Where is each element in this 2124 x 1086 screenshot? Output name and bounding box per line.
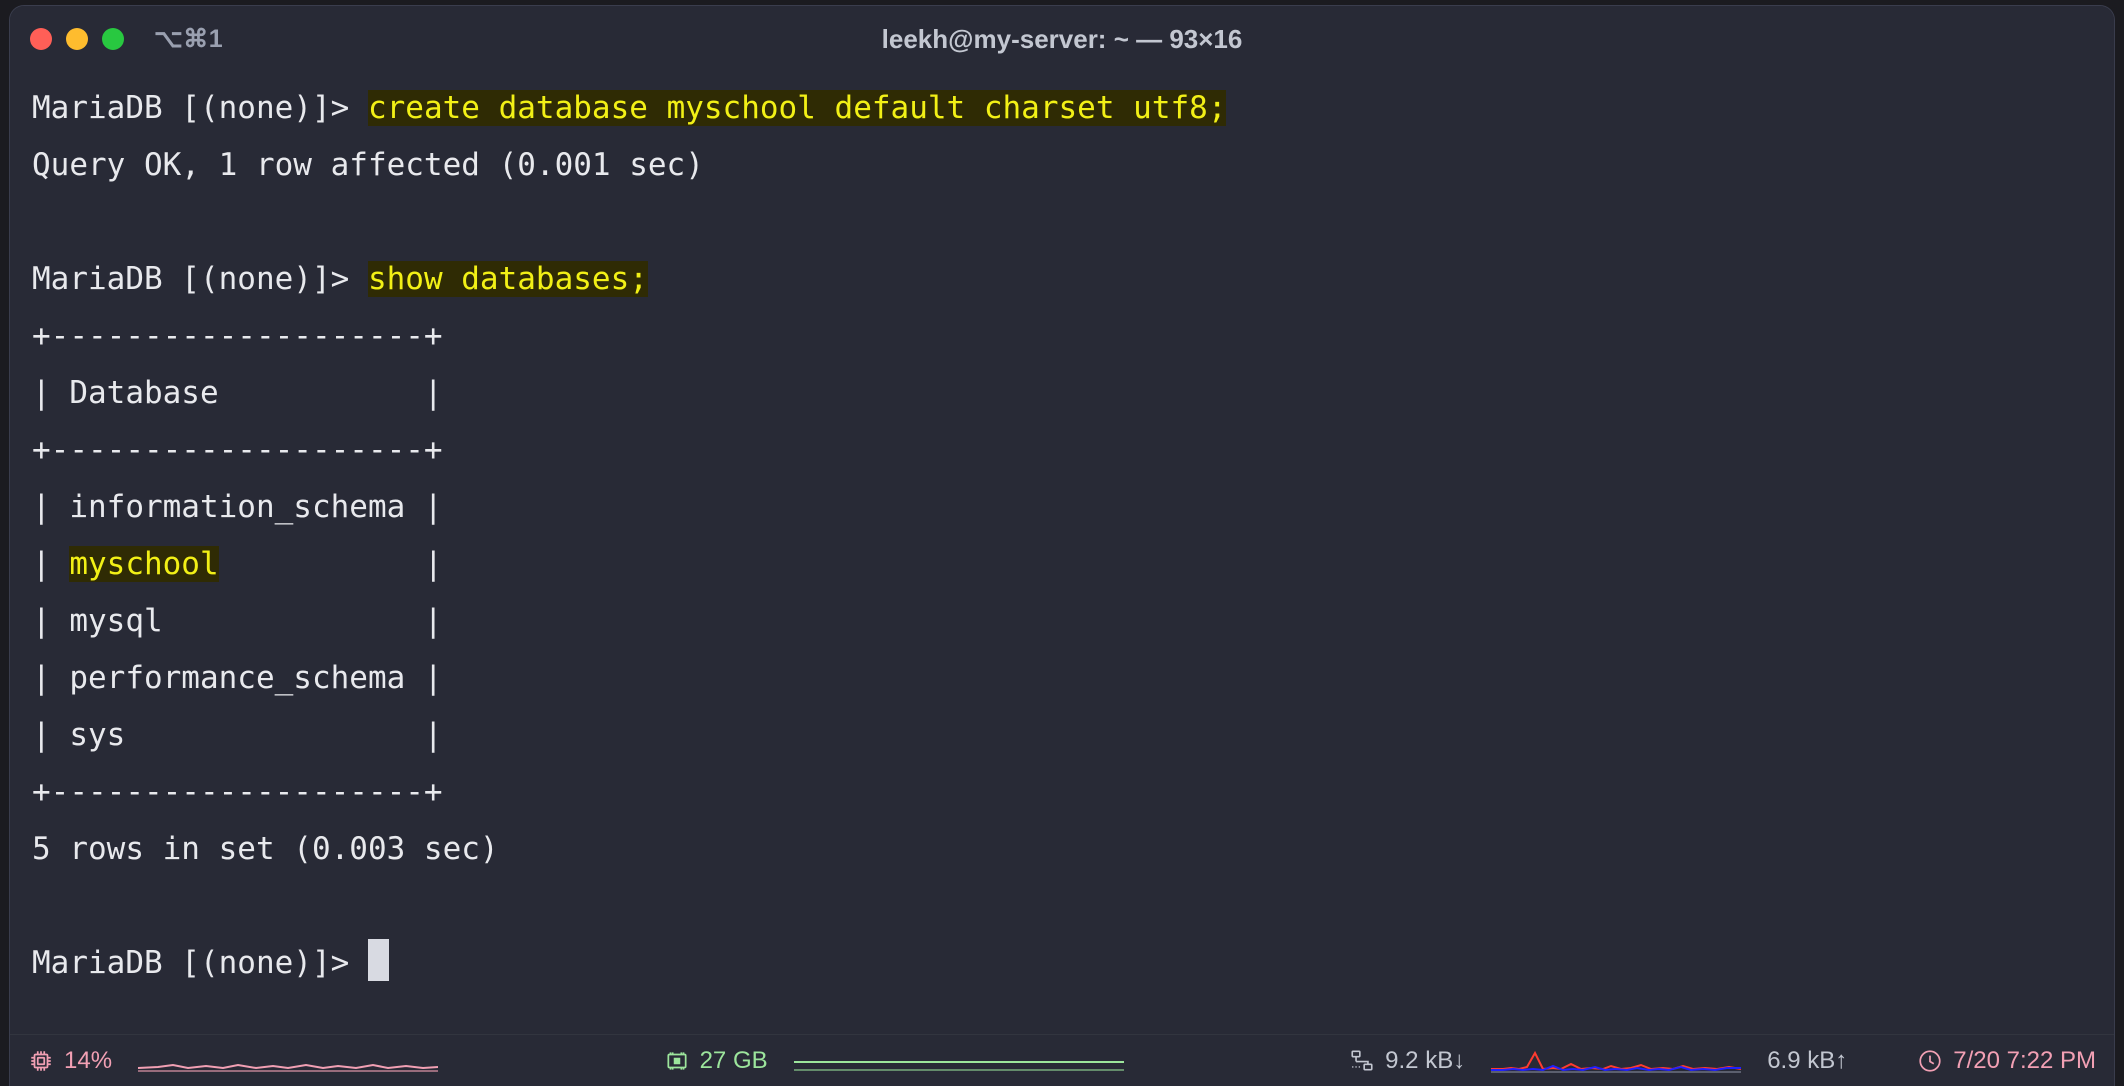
output-text: +--------------------+	[32, 774, 443, 810]
terminal-window: ⌥⌘1 leekh@my-server: ~ — 93×16 MariaDB […	[10, 6, 2114, 1086]
memory-value: 27 GB	[699, 1046, 768, 1074]
output-text: +--------------------+	[32, 432, 443, 468]
network-download-value: 9.2 kB↓	[1385, 1046, 1466, 1074]
terminal-output-line: | performance_schema |	[32, 650, 2114, 707]
highlighted-text: create database myschool default charset…	[367, 90, 1227, 126]
output-text: | mysql |	[32, 603, 443, 639]
network-icon	[1349, 1048, 1375, 1074]
highlighted-text: show databases;	[367, 261, 648, 297]
shell-prompt: MariaDB [(none)]>	[32, 261, 368, 297]
terminal-command-line: MariaDB [(none)]> create database myscho…	[32, 80, 2114, 137]
output-text: | sys |	[32, 717, 443, 753]
terminal-output-line: +--------------------+	[32, 308, 2114, 365]
cpu-value: 14%	[64, 1046, 113, 1074]
window-title: leekh@my-server: ~ — 93×16	[881, 24, 1243, 54]
close-button[interactable]	[30, 28, 52, 50]
zoom-button[interactable]	[102, 28, 124, 50]
terminal-output-line: | Database |	[32, 365, 2114, 422]
memory-status[interactable]: 27 GB	[664, 1047, 768, 1075]
title-bar[interactable]: ⌥⌘1 leekh@my-server: ~ — 93×16	[10, 6, 2114, 72]
network-sparkline	[1491, 1048, 1742, 1074]
terminal-output[interactable]: MariaDB [(none)]> create database myscho…	[10, 72, 2114, 1034]
output-text: 5 rows in set (0.003 sec)	[32, 831, 499, 867]
network-upload-value: 6.9 kB↑	[1767, 1046, 1848, 1074]
shell-prompt: MariaDB [(none)]>	[32, 90, 368, 126]
text-cursor	[367, 939, 389, 981]
output-text: | performance_schema |	[32, 660, 443, 696]
shell-prompt: MariaDB [(none)]>	[32, 945, 368, 981]
output-text: Query OK, 1 row affected (0.001 sec)	[32, 147, 704, 183]
network-status[interactable]: 9.2 kB↓	[1349, 1047, 1465, 1075]
terminal-output-line: | mysql |	[32, 593, 2114, 650]
keyboard-shortcut-label: ⌥⌘1	[154, 25, 224, 53]
terminal-output-line: 5 rows in set (0.003 sec)	[32, 821, 2114, 878]
status-bar: 14% 27 GB 9.2 kB↓ 6.9 kB↑ 7/20 7:22 PM	[10, 1034, 2114, 1086]
terminal-output-line: | sys |	[32, 707, 2114, 764]
cpu-sparkline	[138, 1048, 439, 1074]
terminal-command-line: MariaDB [(none)]>	[32, 935, 2114, 992]
terminal-output-line: +--------------------+	[32, 764, 2114, 821]
output-text: | Database |	[32, 375, 443, 411]
terminal-output-line: | information_schema |	[32, 479, 2114, 536]
table-cell-prefix: |	[32, 546, 70, 582]
traffic-light-group	[30, 28, 124, 50]
clock-value: 7/20 7:22 PM	[1953, 1046, 2097, 1074]
output-text: +--------------------+	[32, 318, 443, 354]
output-text: | information_schema |	[32, 489, 443, 525]
memory-sparkline	[793, 1048, 1124, 1074]
terminal-output-line: +--------------------+	[32, 422, 2114, 479]
clock-icon	[1917, 1048, 1943, 1074]
cpu-status[interactable]: 14%	[28, 1047, 112, 1075]
highlighted-text: myschool	[69, 546, 219, 582]
minimize-button[interactable]	[66, 28, 88, 50]
terminal-command-line: MariaDB [(none)]> show databases;	[32, 251, 2114, 308]
table-cell-suffix: |	[218, 546, 443, 582]
terminal-output-line: | myschool |	[32, 536, 2114, 593]
memory-stick-icon	[664, 1048, 690, 1074]
terminal-output-line: Query OK, 1 row affected (0.001 sec)	[32, 137, 2114, 194]
cpu-chip-icon	[28, 1048, 54, 1074]
clock-status[interactable]: 7/20 7:22 PM	[1917, 1047, 2096, 1075]
